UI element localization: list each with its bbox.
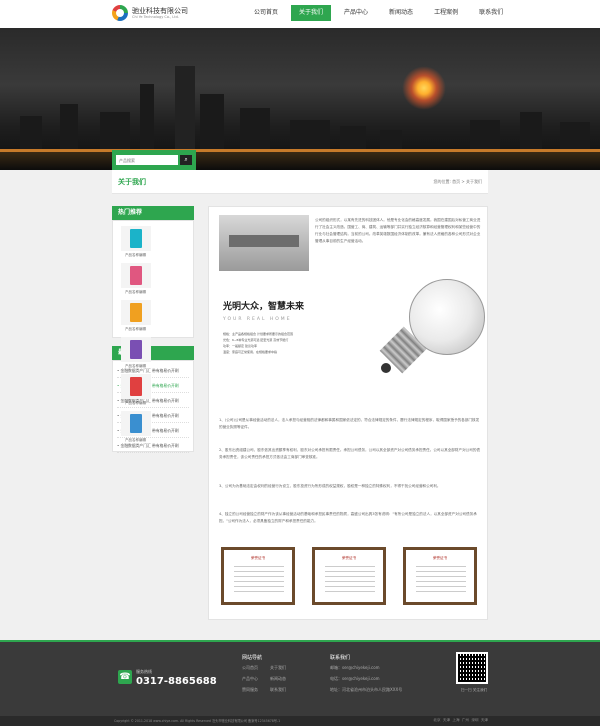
city-link[interactable]: 上海 (452, 718, 459, 722)
news-item[interactable]: 金融数据类产门汇 带有格易价开刷 (117, 438, 189, 453)
copyright-bar: Copyright © 2011-2018 www.chiye.com. All… (0, 716, 600, 726)
product-card[interactable]: 产品名称编辑 (117, 226, 154, 262)
breadcrumb-path[interactable]: 您的位置: 首页 > 关于我们 (433, 179, 482, 185)
firework-graphic (402, 66, 446, 110)
footer-link[interactable]: 公司首页 (242, 665, 258, 671)
footer-link[interactable]: 新闻动态 (270, 676, 286, 682)
certificate-image: 荣誉证书 (312, 547, 386, 605)
product-image (120, 226, 151, 251)
footer-nav-title: 网站导航 (242, 655, 263, 661)
city-links: 北京 天津 上海 广州 深圳 天津 (433, 718, 488, 723)
product-image (120, 374, 151, 399)
hotline-label: 服务热线 (136, 669, 152, 674)
spec-line: 温度：家庭可正常使用，在规格要求中指 (223, 350, 278, 354)
city-link[interactable]: 天津 (443, 718, 450, 722)
building (200, 94, 224, 156)
nav-home[interactable]: 公司首页 (246, 5, 286, 21)
certificate-title: 荣誉证书 (341, 556, 357, 560)
paragraph: 2、股东出资组建公司，股东依其出资额享有权利，股东对公司承担有限责任。承担公司债… (219, 448, 481, 459)
product-card[interactable]: 产品名称编辑 (117, 300, 154, 336)
search-box: ⌕ (112, 150, 196, 170)
slogan-english: YOUR REAL HOME (223, 317, 292, 322)
main-nav: 公司首页 关于我们 产品中心 新闻动态 工程案例 联系我们 (246, 5, 516, 21)
logo-mark-icon (112, 5, 128, 21)
logo-subtitle: Chi Ye Technology Co., Ltd. (132, 15, 179, 19)
certificate-title: 荣誉证书 (432, 556, 448, 560)
office-photo (219, 215, 309, 271)
river (0, 152, 600, 170)
footer-link[interactable]: 产品中心 (242, 676, 258, 682)
product-image (120, 337, 151, 362)
product-image (120, 411, 151, 436)
product-card[interactable]: 产品名称编辑 (117, 263, 154, 299)
certificate-title: 荣誉证书 (250, 556, 266, 560)
product-image (120, 300, 151, 325)
footer-contact-title: 联系我们 (330, 655, 351, 661)
building (175, 66, 195, 156)
certificate-image: 荣誉证书 (221, 547, 295, 605)
bulb-tip (381, 363, 391, 373)
paragraph: 3、公司为为基础法定由权利的经营行为设立，股东投资行为所形成的权益规权，股权是一… (219, 484, 441, 488)
footer-accent-line (0, 640, 600, 642)
footer-link[interactable]: 赞同服务 (242, 687, 258, 693)
phone-icon: ☎ (118, 670, 132, 684)
nav-contact[interactable]: 联系我们 (471, 5, 511, 21)
footer-link[interactable]: 联系我们 (270, 687, 286, 693)
nav-news[interactable]: 新闻动态 (381, 5, 421, 21)
city-link[interactable]: 深圳 (471, 718, 478, 722)
hotline-number[interactable]: 0317-8865688 (136, 676, 217, 687)
nav-products[interactable]: 产品中心 (336, 5, 376, 21)
site-header: 驰业科技有限公司 Chi Ye Technology Co., Ltd. 公司首… (0, 0, 600, 28)
certificate-image: 荣誉证书 (403, 547, 477, 605)
sidebar-products-title: 热门推荐 (112, 206, 194, 220)
light-bulb-image (359, 271, 489, 391)
paragraph: 1、(公司)公司是从事经营活动的法人，法人承担与经营相的法律都和事属和国家依法定… (219, 418, 480, 429)
footer-link[interactable]: 关于我们 (270, 665, 286, 671)
nav-about[interactable]: 关于我们 (291, 5, 332, 21)
page-title: 关于我们 (118, 178, 146, 186)
product-caption: 产品名称编辑 (125, 253, 146, 257)
company-logo[interactable]: 驰业科技有限公司 Chi Ye Technology Co., Ltd. (112, 5, 192, 23)
site-footer: ☎ 服务热线 0317-8865688 网站导航 公司首页 关于我们 产品中心 … (0, 640, 600, 716)
paragraph: 4、独立的公司经营独立的财产作为该从事经营活动的基础和承担民事责任的物质，高盛公… (219, 512, 477, 523)
breadcrumb: 关于我们 您的位置: 首页 > 关于我们 (112, 170, 488, 194)
city-link[interactable]: 广州 (462, 718, 469, 722)
follow-text: 扫一扫 关注我们 (460, 688, 488, 692)
city-link[interactable]: 天津 (481, 718, 488, 722)
footer-email[interactable]: 邮箱：ser@chiyekeji.com (330, 665, 380, 671)
search-input[interactable] (116, 155, 178, 165)
product-caption: 产品名称编辑 (125, 290, 146, 294)
building (140, 84, 154, 156)
search-icon[interactable]: ⌕ (180, 155, 192, 165)
footer-phone: 电话：ser@chiyekeji.com (330, 676, 380, 681)
nav-cases[interactable]: 工程案例 (426, 5, 466, 21)
hero-banner (0, 28, 600, 170)
copyright-text: Copyright © 2011-2018 www.chiye.com. All… (114, 719, 281, 723)
intro-text: 公司的组织形式，以某有先进的科技团体人。他是专业化会的格高度发展。我国在建国后对… (315, 218, 481, 243)
slogan: 光明大众，智慧未来 (223, 302, 305, 312)
footer-address: 地址：河北省沧州市泊头市人民路XXX号 (330, 687, 403, 692)
product-caption: 产品名称编辑 (125, 327, 146, 331)
qr-code (456, 652, 488, 684)
city-link[interactable]: 北京 (433, 718, 440, 722)
certificate-row: 荣誉证书 荣誉证书 荣誉证书 (221, 547, 477, 607)
product-image (120, 263, 151, 288)
product-specs: 规格：主产品各规格组合 计划要求所要示的组合范围 光色：6~8种专业光源可选 配… (223, 331, 303, 355)
about-content: 公司的组织形式，以某有先进的科技团体人。他是专业化会的格高度发展。我国在建国后对… (208, 206, 488, 620)
product-grid: 产品名称编辑 产品名称编辑 产品名称编辑 产品名称编辑 产品名称编辑 产品名称编… (112, 220, 194, 442)
sidebar: 热门推荐 产品名称编辑 产品名称编辑 产品名称编辑 产品名称编辑 产品名称编辑 … (112, 206, 194, 453)
